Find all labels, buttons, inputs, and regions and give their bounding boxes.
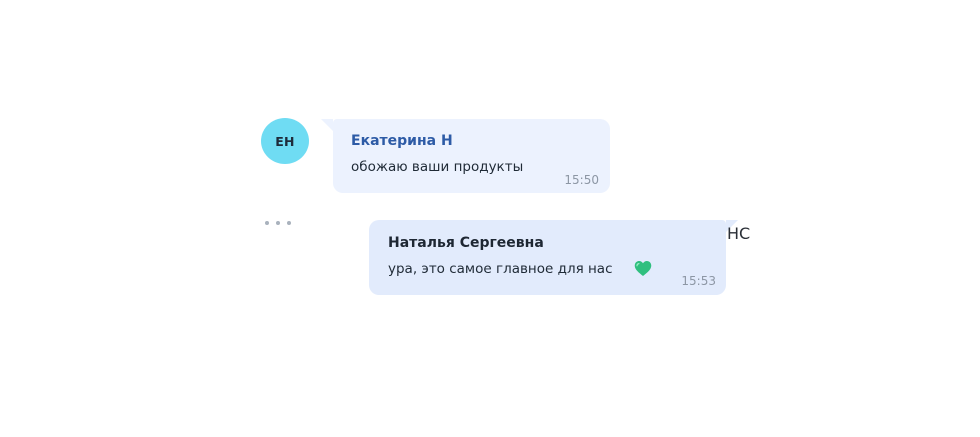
avatar[interactable]: ЕН [261,118,309,164]
message-timestamp: 15:50 [564,173,599,187]
message-sender-name[interactable]: Екатерина Н [351,133,453,149]
user-initials: НС [727,224,751,243]
dot [287,221,291,225]
message-text: обожаю ваши продукты [351,159,524,175]
message-text: ура, это самое главное для нас [388,261,613,277]
more-dots-icon[interactable] [265,216,291,230]
message-bubble-outgoing[interactable]: Наталья Сергеевна ура, это самое главное… [369,220,738,295]
dot [276,221,280,225]
dot [265,221,269,225]
green-heart-icon [634,261,652,276]
chat-area: ЕН Екатерина Н обожаю ваши продукты 15:5… [0,0,980,437]
bubble-tail [321,119,333,131]
message-timestamp: 15:53 [681,274,716,288]
message-bubble-incoming[interactable]: Екатерина Н обожаю ваши продукты 15:50 [321,119,610,193]
message-sender-name: Наталья Сергеевна [388,235,544,251]
